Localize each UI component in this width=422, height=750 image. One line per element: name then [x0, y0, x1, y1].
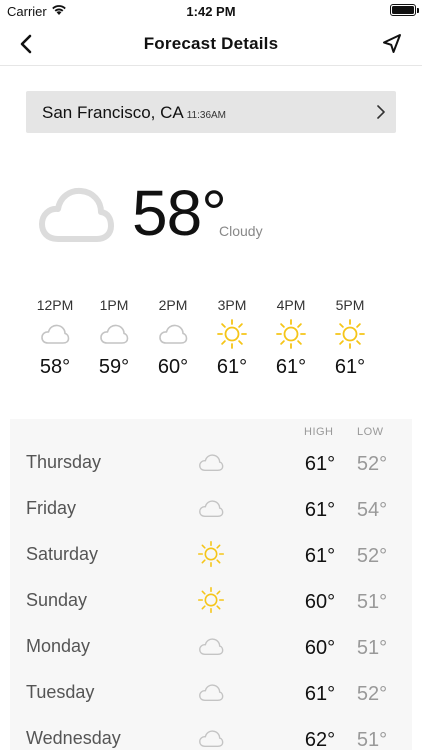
day-low: 51° — [356, 591, 388, 613]
day-low: 52° — [356, 453, 388, 475]
daily-row: Thursday 61° 52° — [10, 450, 412, 496]
hour-time: 1PM — [99, 297, 129, 313]
day-name: Tuesday — [26, 682, 95, 702]
hour-time: 5PM — [335, 297, 365, 313]
day-high: 62° — [304, 729, 336, 750]
hour-temperature: 60° — [157, 356, 189, 378]
current-temperature: 58° — [132, 177, 227, 249]
sun-icon — [197, 540, 225, 568]
day-low: 52° — [356, 683, 388, 705]
status-time: 1:42 PM — [186, 4, 236, 19]
status-bar: Carrier 1:42 PM — [0, 0, 422, 22]
day-high: 60° — [304, 637, 336, 659]
sun-icon — [197, 586, 225, 614]
cloud-icon — [100, 324, 129, 344]
current-condition: Cloudy — [219, 223, 263, 239]
nav-bar: Forecast Details — [0, 22, 422, 66]
location-selector[interactable]: San Francisco, CA 11:36AM — [26, 91, 396, 133]
day-name: Saturday — [26, 544, 99, 564]
daily-row: Tuesday 61° 52° — [10, 680, 412, 726]
cloud-icon — [199, 453, 224, 471]
low-column-header: LOW — [357, 426, 384, 438]
location-time: 11:36AM — [186, 110, 227, 121]
day-name: Friday — [26, 498, 77, 518]
hour-temperature: 61° — [275, 356, 307, 378]
day-low: 51° — [356, 729, 388, 750]
hourly-item: 1PM 59° — [89, 296, 139, 380]
cloud-icon — [199, 683, 224, 701]
hour-temperature: 61° — [334, 356, 366, 378]
sun-icon — [276, 319, 306, 349]
hour-time: 4PM — [276, 297, 306, 313]
hourly-item: 5PM 61° — [325, 296, 375, 380]
location-label: San Francisco, CA 11:36AM — [42, 103, 226, 123]
daily-row: Wednesday 62° 51° — [10, 726, 412, 750]
hourly-forecast[interactable]: 12PM 58° 1PM 59° 2PM 60° 3PM 61° 4PM 61°… — [0, 296, 422, 396]
cloud-icon — [199, 637, 224, 655]
chevron-right-icon — [377, 105, 385, 119]
hourly-item: 2PM 60° — [148, 296, 198, 380]
hourly-item: 3PM 61° — [207, 296, 257, 380]
day-high: 61° — [304, 453, 336, 475]
daily-row: Monday 60° 51° — [10, 634, 412, 680]
day-name: Sunday — [26, 590, 88, 610]
day-low: 51° — [356, 637, 388, 659]
hour-time: 12PM — [36, 297, 74, 313]
battery-icon — [390, 4, 419, 16]
daily-row: Friday 61° 54° — [10, 496, 412, 542]
day-high: 61° — [304, 545, 336, 567]
day-low: 54° — [356, 499, 388, 521]
day-name: Thursday — [26, 452, 102, 472]
day-low: 52° — [356, 545, 388, 567]
high-column-header: HIGH — [304, 426, 334, 438]
location-name: San Francisco, CA — [42, 103, 184, 122]
hourly-item: 4PM 61° — [266, 296, 316, 380]
day-name: Monday — [26, 636, 91, 656]
cloud-icon — [39, 187, 114, 242]
day-high: 61° — [304, 499, 336, 521]
daily-forecast[interactable]: HIGH LOW Thursday 61° 52° Friday 61° 54°… — [10, 419, 412, 750]
hour-temperature: 59° — [98, 356, 130, 378]
day-high: 61° — [304, 683, 336, 705]
cloud-icon — [41, 324, 70, 344]
sun-icon — [217, 319, 247, 349]
daily-row: Saturday 61° 52° — [10, 540, 412, 588]
hourly-item: 12PM 58° — [30, 296, 80, 380]
cloud-icon — [199, 499, 224, 517]
sun-icon — [335, 319, 365, 349]
hour-temperature: 58° — [39, 356, 71, 378]
cloud-icon — [199, 729, 224, 747]
day-name: Wednesday — [26, 728, 121, 748]
day-high: 60° — [304, 591, 336, 613]
hour-time: 2PM — [158, 297, 188, 313]
page-title: Forecast Details — [143, 34, 279, 53]
hour-temperature: 61° — [216, 356, 248, 378]
hour-time: 3PM — [217, 297, 247, 313]
daily-row: Sunday 60° 51° — [10, 586, 412, 634]
cloud-icon — [159, 324, 188, 344]
current-location-button[interactable] — [380, 32, 404, 56]
location-arrow-icon — [383, 34, 401, 53]
